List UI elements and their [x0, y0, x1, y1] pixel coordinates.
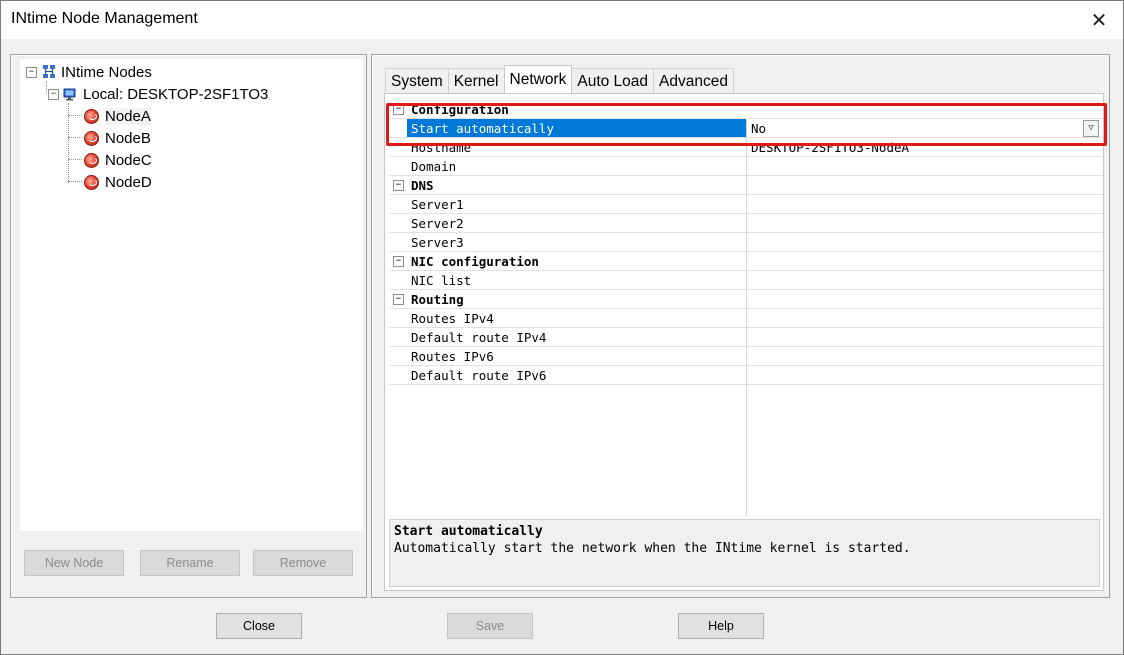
window-title: INtime Node Management [11, 10, 198, 27]
property-name: Start automatically [411, 121, 554, 136]
property-row-default-route-ipv4[interactable]: Default route IPv4 [389, 328, 1103, 347]
tree-item-nodeb[interactable]: NodeB [84, 127, 151, 149]
property-grid: − Configuration Start automatically No ▽… [389, 100, 1103, 516]
intime-node-management-window: INtime Node Management ✕ − INtime Nodes … [0, 0, 1124, 655]
network-tab-content: − Configuration Start automatically No ▽… [384, 93, 1104, 591]
collapse-icon[interactable]: − [393, 256, 404, 267]
settings-panel: System Kernel Network Auto Load Advanced… [371, 54, 1110, 598]
tab-kernel[interactable]: Kernel [447, 68, 505, 93]
computer-icon [63, 88, 76, 101]
property-row-start-automatically[interactable]: Start automatically No ▽ [389, 119, 1103, 138]
tab-advanced[interactable]: Advanced [653, 68, 734, 93]
category-label: Configuration [411, 102, 509, 117]
save-button[interactable]: Save [447, 613, 533, 639]
property-row-default-route-ipv6[interactable]: Default route IPv6 [389, 366, 1103, 385]
property-row-hostname[interactable]: Hostname DESKTOP-2SF1TO3-NodeA [389, 138, 1103, 157]
tree-item-label: INtime Nodes [61, 63, 152, 81]
collapse-icon[interactable]: − [48, 88, 59, 100]
tree-connector [68, 137, 82, 138]
tree-item-label: NodeA [105, 107, 151, 125]
tab-auto-load[interactable]: Auto Load [571, 68, 655, 93]
tree-item-intime-nodes[interactable]: − INtime Nodes [26, 61, 152, 83]
property-row-nic-list[interactable]: NIC list [389, 271, 1103, 290]
property-row-server2[interactable]: Server2 [389, 214, 1103, 233]
property-row-domain[interactable]: Domain [389, 157, 1103, 176]
category-label: DNS [411, 178, 434, 193]
tab-network[interactable]: Network [503, 65, 573, 93]
rename-button[interactable]: Rename [140, 550, 240, 576]
nodes-panel: − INtime Nodes − Local: DESKTOP-2SF1TO3 … [10, 54, 367, 598]
collapse-icon[interactable]: − [26, 66, 37, 78]
new-node-button[interactable]: New Node [24, 550, 124, 576]
close-window-icon[interactable]: ✕ [1085, 7, 1113, 33]
remove-button[interactable]: Remove [253, 550, 353, 576]
property-name: Default route IPv6 [411, 368, 547, 383]
help-button[interactable]: Help [678, 613, 764, 639]
collapse-icon[interactable]: − [393, 294, 404, 305]
category-configuration[interactable]: − Configuration [389, 100, 1103, 119]
property-row-routes-ipv4[interactable]: Routes IPv4 [389, 309, 1103, 328]
property-row-server3[interactable]: Server3 [389, 233, 1103, 252]
node-icon [84, 174, 99, 190]
property-description-pane: Start automatically Automatically start … [389, 519, 1100, 587]
tree-item-label: NodeC [105, 151, 152, 169]
node-icon [84, 130, 99, 146]
property-row-routes-ipv6[interactable]: Routes IPv6 [389, 347, 1103, 366]
category-label: NIC configuration [411, 254, 539, 269]
start-automatically-select[interactable]: No [751, 121, 766, 136]
property-name: Routes IPv6 [411, 349, 494, 364]
close-button[interactable]: Close [216, 613, 302, 639]
title-bar: INtime Node Management ✕ [1, 1, 1123, 39]
node-tree[interactable]: − INtime Nodes − Local: DESKTOP-2SF1TO3 … [20, 59, 363, 531]
network-nodes-icon [43, 65, 55, 78]
tree-item-noded[interactable]: NodeD [84, 171, 152, 193]
property-name: NIC list [411, 273, 472, 288]
tree-connector [68, 159, 82, 160]
tab-system[interactable]: System [385, 68, 449, 93]
property-name: Server2 [411, 216, 464, 231]
property-name: Default route IPv4 [411, 330, 547, 345]
tree-item-nodec[interactable]: NodeC [84, 149, 152, 171]
tree-item-label: NodeD [105, 173, 152, 191]
node-icon [84, 152, 99, 168]
node-icon [84, 108, 99, 124]
tree-item-local-host[interactable]: − Local: DESKTOP-2SF1TO3 [48, 83, 268, 105]
property-name: Server3 [411, 235, 464, 250]
tree-connector [68, 115, 82, 116]
collapse-icon[interactable]: − [393, 104, 404, 115]
property-name: Hostname [411, 140, 472, 155]
category-routing[interactable]: − Routing [389, 290, 1103, 309]
chevron-down-icon[interactable]: ▽ [1083, 120, 1099, 137]
hostname-value[interactable]: DESKTOP-2SF1TO3-NodeA [751, 140, 909, 155]
tree-item-label: NodeB [105, 129, 151, 147]
property-row-server1[interactable]: Server1 [389, 195, 1103, 214]
property-name: Routes IPv4 [411, 311, 494, 326]
tree-item-label: Local: DESKTOP-2SF1TO3 [83, 85, 269, 103]
category-dns[interactable]: − DNS [389, 176, 1103, 195]
property-name: Server1 [411, 197, 464, 212]
description-title: Start automatically [394, 524, 543, 539]
description-text: Automatically start the network when the… [394, 541, 911, 556]
property-name: Domain [411, 159, 457, 174]
tab-strip: System Kernel Network Auto Load Advanced [385, 65, 734, 93]
tree-connector [68, 181, 82, 182]
tree-item-nodea[interactable]: NodeA [84, 105, 151, 127]
collapse-icon[interactable]: − [393, 180, 404, 191]
category-label: Routing [411, 292, 464, 307]
category-nic-configuration[interactable]: − NIC configuration [389, 252, 1103, 271]
